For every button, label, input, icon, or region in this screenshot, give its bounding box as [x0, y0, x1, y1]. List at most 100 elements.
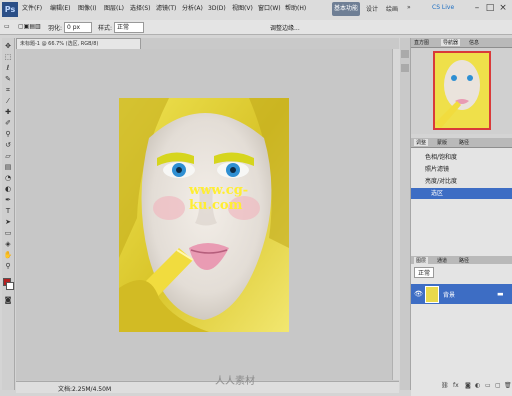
eye-icon[interactable]: 👁	[414, 290, 423, 298]
adjustment-row[interactable]: 色相/饱和度	[411, 152, 512, 163]
menu-edit[interactable]: 编辑(E)	[50, 3, 70, 15]
refine-edge-button[interactable]: 调整边缘...	[270, 23, 300, 32]
blend-mode-select[interactable]: 正常	[414, 267, 435, 278]
marquee-tool-icon[interactable]: ⬚	[3, 53, 13, 62]
hand-tool-icon[interactable]: ✋	[3, 251, 13, 260]
feather-label: 羽化:	[48, 25, 63, 32]
lasso-tool-icon[interactable]: ℓ	[3, 64, 13, 73]
pen-tool-icon[interactable]: ✒	[3, 196, 13, 205]
move-tool-icon[interactable]: ✥	[3, 42, 13, 51]
tab-paths[interactable]: 路径	[459, 139, 469, 146]
layer-name: 背景	[443, 292, 456, 299]
layer-row-background[interactable]: 👁 背景 ▬	[411, 284, 512, 304]
history-icon[interactable]	[401, 50, 409, 58]
new-layer-icon[interactable]: ▢	[495, 382, 501, 389]
type-tool-icon[interactable]: T	[3, 207, 13, 216]
eyedropper-tool-icon[interactable]: ⁄	[3, 97, 13, 106]
path-select-icon[interactable]: ➤	[3, 218, 13, 227]
vertical-scrollbar[interactable]	[392, 49, 400, 380]
brush-tool-icon[interactable]: ✐	[3, 119, 13, 128]
healing-tool-icon[interactable]: ✚	[3, 108, 13, 117]
feather-input[interactable]: 0 px	[64, 22, 92, 33]
crop-tool-icon[interactable]: ⌗	[3, 86, 13, 95]
tab-info[interactable]: 信息	[469, 39, 479, 46]
menu-help[interactable]: 帮助(H)	[285, 3, 306, 15]
navigator-panel	[411, 48, 512, 134]
tab-channels[interactable]: 通道	[437, 257, 447, 264]
menu-3d[interactable]: 3D(D)	[208, 3, 226, 15]
link-icon[interactable]: ⛓	[441, 382, 449, 389]
navigator-preview-image	[435, 53, 489, 128]
adjustment-label: 亮度/对比度	[425, 178, 458, 185]
menu-image[interactable]: 图像(I)	[78, 3, 96, 15]
portrait-image	[119, 98, 289, 332]
actions-icon[interactable]	[401, 64, 409, 72]
workspace-more[interactable]: »	[407, 4, 411, 11]
adjustment-layer-icon[interactable]: ◐	[475, 382, 480, 389]
blur-tool-icon[interactable]: ◔	[3, 174, 13, 183]
tools-panel: ✥ ⬚ ℓ ✎ ⌗ ⁄ ✚ ✐ ⚲ ↺ ▱ ▤ ◔ ◐ ✒ T ➤ ▭ ◈ ✋ …	[2, 38, 15, 390]
panel-icon-strip	[400, 38, 411, 390]
stamp-tool-icon[interactable]: ⚲	[3, 130, 13, 139]
document-tab[interactable]: 未标题-1 @ 66.7% (选区, RGB/8)	[16, 38, 141, 49]
adjustment-row-selected[interactable]: 选区	[411, 188, 512, 199]
quick-mask-icon[interactable]: ◙	[3, 296, 13, 305]
options-bar: ▭ ▢▣▤▥ 羽化: 0 px 样式: 正常 调整边缘...	[0, 20, 512, 35]
adjustments-panel-tabs: 调整 蒙版 路径	[411, 138, 512, 148]
trash-icon[interactable]: 🗑	[504, 382, 512, 389]
tab-layer-paths[interactable]: 路径	[459, 257, 469, 264]
minimize-icon[interactable]: –	[471, 2, 483, 14]
tab-layers[interactable]: 图层	[414, 257, 429, 264]
workspace-design[interactable]: 设计	[366, 4, 378, 13]
tab-masks[interactable]: 蒙版	[437, 139, 447, 146]
photoshop-logo: Ps	[2, 2, 18, 17]
menu-window[interactable]: 窗口(W)	[258, 3, 281, 15]
document-window: 未标题-1 @ 66.7% (选区, RGB/8) www.cg-ku.com …	[16, 38, 400, 393]
menu-layer[interactable]: 图层(L)	[104, 3, 124, 15]
cs-live-link[interactable]: CS Live	[432, 4, 454, 11]
fx-icon[interactable]: fx	[453, 382, 459, 389]
menu-select[interactable]: 选择(S)	[130, 3, 151, 15]
document-size-status: 文档:2.25M/4.50M	[58, 386, 112, 393]
adjustment-label: 照片滤镜	[425, 166, 450, 173]
marquee-tool-icon[interactable]: ▭	[4, 23, 10, 30]
3d-rotate-icon[interactable]: ◈	[3, 240, 13, 249]
layers-panel: 正常 👁 背景 ▬ ⛓ fx ◙ ◐ ▭ ▢ 🗑	[411, 264, 512, 396]
background-color-swatch[interactable]	[6, 282, 14, 290]
quick-select-tool-icon[interactable]: ✎	[3, 75, 13, 84]
photo-portrait[interactable]: www.cg-ku.com	[119, 98, 289, 332]
menu-filter[interactable]: 滤镜(T)	[156, 3, 176, 15]
tab-adjustments[interactable]: 调整	[414, 139, 429, 146]
canvas[interactable]: www.cg-ku.com	[16, 49, 399, 380]
menu-analysis[interactable]: 分析(A)	[182, 3, 203, 15]
zoom-tool-icon[interactable]: ⚲	[3, 262, 13, 271]
dodge-tool-icon[interactable]: ◐	[3, 185, 13, 194]
history-brush-icon[interactable]: ↺	[3, 141, 13, 150]
maximize-icon[interactable]: □	[484, 2, 496, 14]
watermark-text: www.cg-ku.com	[189, 183, 249, 213]
adjustment-row[interactable]: 亮度/对比度	[411, 176, 512, 187]
workspace-painting[interactable]: 绘画	[386, 4, 398, 13]
tab-navigator[interactable]: 导航器	[441, 39, 461, 46]
selection-mode-icons[interactable]: ▢▣▤▥	[18, 23, 41, 30]
adjustment-label: 选区	[431, 190, 444, 197]
status-bar: 文档:2.25M/4.50M	[16, 381, 399, 393]
navigator-thumbnail[interactable]	[433, 51, 491, 130]
style-label: 样式:	[98, 25, 113, 32]
tab-histogram[interactable]: 直方图	[414, 39, 429, 46]
lock-icon: ▬	[497, 290, 504, 298]
menu-view[interactable]: 视图(V)	[232, 3, 253, 15]
gradient-tool-icon[interactable]: ▤	[3, 163, 13, 172]
site-watermark: 人人素材	[215, 376, 255, 387]
close-icon[interactable]: ×	[497, 2, 509, 14]
folder-icon[interactable]: ▭	[485, 382, 491, 389]
style-select[interactable]: 正常	[114, 22, 144, 33]
mask-icon[interactable]: ◙	[465, 382, 471, 389]
menu-file[interactable]: 文件(F)	[22, 3, 42, 15]
shape-tool-icon[interactable]: ▭	[3, 229, 13, 238]
adjustment-row[interactable]: 照片滤镜	[411, 164, 512, 175]
workspace-essentials-button[interactable]: 基本功能	[332, 2, 360, 16]
navigator-panel-tabs: 直方图 导航器 信息	[411, 38, 512, 48]
layer-thumbnail	[425, 286, 439, 303]
eraser-tool-icon[interactable]: ▱	[3, 152, 13, 161]
